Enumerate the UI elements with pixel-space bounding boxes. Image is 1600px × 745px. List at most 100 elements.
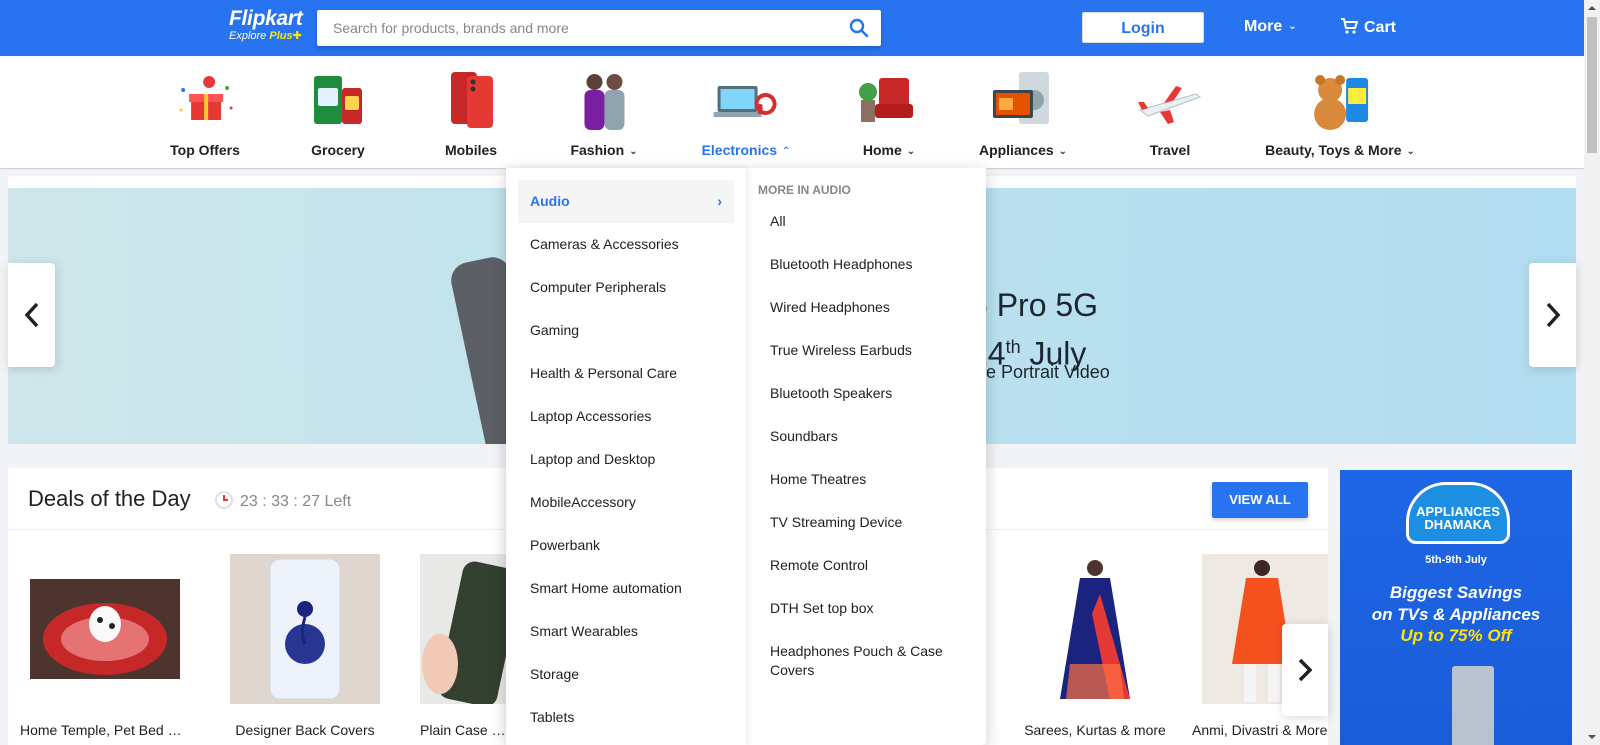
category-top-offers[interactable]: Top Offers (170, 70, 240, 158)
banner-next-button[interactable] (1529, 263, 1576, 367)
page-scrollbar[interactable] (1584, 0, 1600, 745)
deals-next-button[interactable] (1282, 624, 1328, 716)
product-name: Home Temple, Pet Bed & ... (20, 722, 190, 738)
electronics-icon (714, 70, 778, 134)
deal-card[interactable]: Home Temple, Pet Bed & ... (20, 554, 190, 738)
search-bar (317, 10, 881, 46)
category-travel[interactable]: Travel (1138, 70, 1202, 158)
view-all-button[interactable]: VIEW ALL (1212, 482, 1308, 518)
category-label: Home (862, 142, 902, 158)
submenu-item-wired-headphones[interactable]: Wired Headphones (770, 298, 960, 317)
dropdown-item-audio[interactable]: Audio › (518, 180, 734, 223)
category-electronics[interactable]: Electronics ⌃ (701, 70, 790, 158)
dropdown-item-cameras[interactable]: Cameras & Accessories (518, 223, 734, 266)
product-image (420, 554, 510, 704)
search-input[interactable] (317, 10, 817, 46)
flipkart-logo[interactable]: Flipkart Explore Plus✚ (229, 7, 303, 43)
timer-text: 23 : 33 : 27 Left (240, 493, 352, 510)
fashion-icon (572, 70, 636, 134)
logo-plus: Plus (269, 30, 293, 42)
dropdown-item-tablets[interactable]: Tablets (518, 696, 734, 739)
dropdown-item-gaming[interactable]: Gaming (518, 309, 734, 352)
category-label: Appliances (978, 142, 1054, 158)
sale-badge: APPLIANCES DHAMAKA (1406, 482, 1510, 544)
appliances-dhamaka-ad[interactable]: APPLIANCES DHAMAKA 5th-9th July Biggest … (1340, 470, 1572, 745)
top-offers-icon (173, 70, 237, 134)
category-label: Travel (1149, 142, 1191, 158)
dropdown-item-storage[interactable]: Storage (518, 653, 734, 696)
clock-icon (215, 491, 233, 509)
category-label: Beauty, Toys & More (1265, 142, 1402, 158)
category-label: Mobiles (444, 142, 498, 158)
scroll-thumb[interactable] (1587, 17, 1597, 153)
product-name: Plain Case Covers (420, 722, 510, 738)
submenu-item-soundbars[interactable]: Soundbars (770, 427, 960, 446)
search-icon[interactable] (849, 18, 869, 38)
scroll-up-arrow-icon[interactable] (1584, 0, 1600, 16)
submenu-item-tws-earbuds[interactable]: True Wireless Earbuds (770, 341, 960, 360)
logo-text: Flipkart (229, 7, 303, 30)
submenu-item-dth[interactable]: DTH Set top box (770, 599, 960, 618)
deal-card[interactable]: Sarees, Kurtas & more (1010, 554, 1180, 738)
category-home[interactable]: Home ⌄ (857, 70, 921, 158)
category-mobiles[interactable]: Mobiles (439, 70, 503, 158)
dropdown-item-powerbank[interactable]: Powerbank (518, 524, 734, 567)
deals-timer: 23 : 33 : 27 Left (214, 490, 351, 511)
dropdown-item-computer-peripherals[interactable]: Computer Peripherals (518, 266, 734, 309)
appliances-icon (991, 70, 1055, 134)
more-label: More (1244, 18, 1283, 35)
home-icon (857, 70, 921, 134)
travel-icon (1138, 70, 1202, 134)
deal-card[interactable]: Designer Back Covers (220, 554, 390, 738)
dropdown-item-laptop-desktop[interactable]: Laptop and Desktop (518, 438, 734, 481)
sale-dates: 5th-9th July (1425, 554, 1487, 566)
product-name: Anmi, Divastri & More (1192, 722, 1328, 738)
submenu-item-headphone-pouch[interactable]: Headphones Pouch & Case Covers (770, 642, 960, 680)
submenu-item-bluetooth-headphones[interactable]: Bluetooth Headphones (770, 255, 960, 274)
category-appliances[interactable]: Appliances ⌄ (979, 70, 1067, 158)
dropdown-item-laptop-accessories[interactable]: Laptop Accessories (518, 395, 734, 438)
submenu-item-all[interactable]: All (770, 212, 960, 231)
plus-icon: ✚ (292, 30, 302, 42)
submenu-item-home-theatres[interactable]: Home Theatres (770, 470, 960, 489)
chevron-down-icon: ⌄ (629, 146, 638, 157)
sale-badge-text: APPLIANCES DHAMAKA (1416, 504, 1500, 532)
chevron-right-icon (1546, 302, 1560, 328)
banner-prev-button[interactable] (8, 263, 55, 367)
banner-subtitle: are Portrait Video (970, 362, 1110, 382)
category-beauty-toys[interactable]: Beauty, Toys & More ⌄ (1265, 70, 1415, 158)
category-grocery[interactable]: Grocery (306, 70, 370, 158)
dropdown-item-health[interactable]: Health & Personal Care (518, 352, 734, 395)
ad-line1: Biggest Savings (1389, 583, 1523, 602)
cart-link[interactable]: Cart (1340, 18, 1396, 37)
chevron-right-icon (1298, 658, 1312, 682)
submenu-heading: MORE IN AUDIO (758, 183, 851, 197)
product-name: Sarees, Kurtas & more (1024, 722, 1166, 738)
submenu-item-remote-control[interactable]: Remote Control (770, 556, 960, 575)
deal-card[interactable]: Plain Case Covers (420, 554, 510, 738)
chevron-right-icon: › (717, 193, 722, 209)
category-label: Electronics (701, 142, 778, 158)
ad-discount: Up to 75% Off (1400, 626, 1512, 645)
top-header: Flipkart Explore Plus✚ Login More ⌄ Cart (0, 0, 1584, 56)
ad-line2: on TVs & Appliances (1371, 605, 1541, 624)
more-menu[interactable]: More ⌄ (1244, 18, 1297, 36)
product-image (1020, 554, 1170, 704)
category-label: Top Offers (170, 142, 240, 158)
deals-title: Deals of the Day (28, 486, 191, 511)
product-image (30, 554, 180, 704)
dropdown-item-mobile-accessory[interactable]: MobileAccessory (518, 481, 734, 524)
category-nav: Top Offers Grocery Mobiles Fashion ⌄ Elec… (0, 56, 1584, 168)
chevron-down-icon: ⌄ (1406, 146, 1415, 157)
category-label: Fashion (570, 142, 625, 158)
dropdown-item-smart-home[interactable]: Smart Home automation (518, 567, 734, 610)
dropdown-item-smart-wearables[interactable]: Smart Wearables (518, 610, 734, 653)
banner-date-suffix: th (1005, 337, 1021, 357)
submenu-item-bluetooth-speakers[interactable]: Bluetooth Speakers (770, 384, 960, 403)
dropdown-category-list: Audio › Cameras & Accessories Computer Pe… (506, 168, 746, 745)
submenu-item-tv-streaming[interactable]: TV Streaming Device (770, 513, 960, 532)
product-name: Designer Back Covers (235, 722, 375, 738)
login-button[interactable]: Login (1082, 12, 1204, 43)
category-fashion[interactable]: Fashion ⌄ (570, 70, 638, 158)
scroll-down-arrow-icon[interactable] (1584, 729, 1600, 745)
